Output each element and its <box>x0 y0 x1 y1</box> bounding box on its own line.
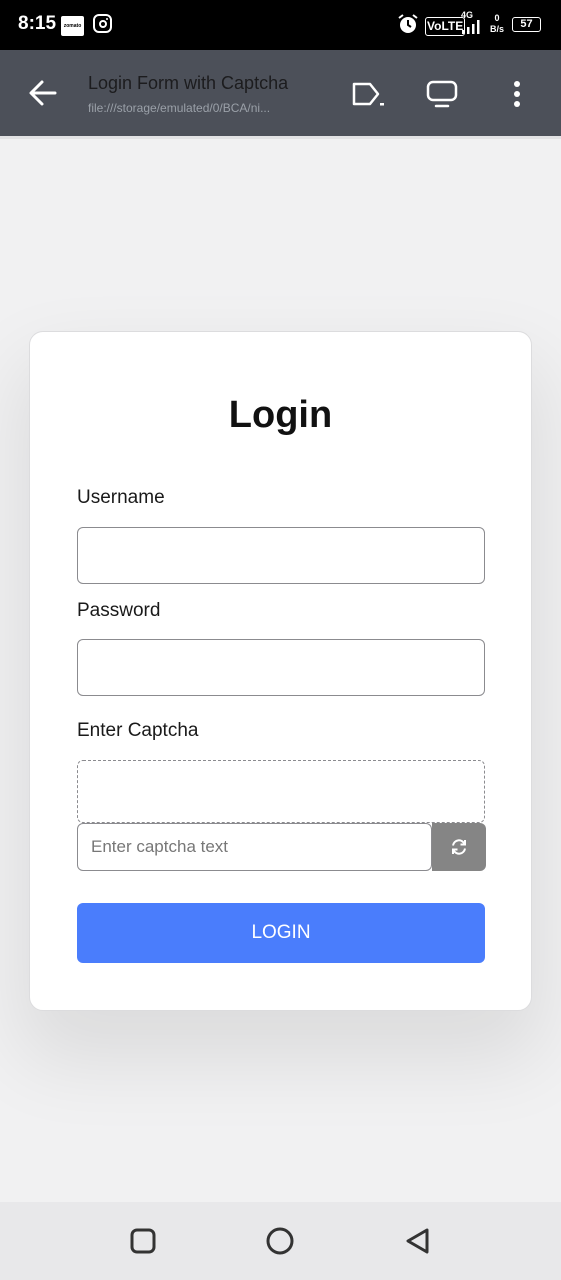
username-input[interactable] <box>77 527 485 584</box>
net-speed-unit: B/s <box>489 24 504 34</box>
signal-icon <box>462 20 480 34</box>
status-time: 8:15 <box>18 13 57 34</box>
status-bar: 8:15 zomato VoLTE 4G 0 B/s 57 <box>0 0 561 50</box>
home-icon[interactable] <box>265 1226 295 1256</box>
login-card: Login Username Password Enter Captcha En… <box>29 331 532 1011</box>
page-url: file:///storage/emulated/0/BCA/ni... <box>88 101 271 115</box>
captcha-label: Enter Captcha <box>77 720 199 741</box>
net-speed: 0 B/s <box>486 13 508 35</box>
network-type-label: 4G <box>461 10 474 20</box>
instagram-notification-icon <box>93 14 112 33</box>
page-title: Login Form with Captcha <box>88 73 289 93</box>
app-bar-divider <box>0 136 561 139</box>
net-speed-value: 0 <box>494 13 500 23</box>
captcha-input[interactable]: Enter captcha text <box>77 823 432 871</box>
desktop-view-icon[interactable] <box>424 76 460 112</box>
more-options-icon[interactable] <box>499 76 535 112</box>
username-label: Username <box>77 487 165 508</box>
login-button[interactable]: LOGIN <box>77 903 485 963</box>
zomato-notification-icon: zomato <box>61 16 84 36</box>
alarm-icon <box>398 14 418 33</box>
login-heading: Login <box>228 394 333 436</box>
cast-icon[interactable] <box>350 76 386 112</box>
password-label: Password <box>77 600 161 621</box>
refresh-captcha-button[interactable] <box>432 823 486 871</box>
back-nav-icon[interactable] <box>403 1226 433 1256</box>
recent-apps-icon[interactable] <box>128 1226 158 1256</box>
volte-indicator: VoLTE <box>425 17 466 36</box>
captcha-display <box>77 760 485 823</box>
password-input[interactable] <box>77 639 485 696</box>
app-bar: Login Form with Captcha file:///storage/… <box>0 50 561 136</box>
battery-icon: 57 <box>512 17 541 32</box>
system-nav-bar <box>0 1202 561 1280</box>
back-arrow-icon[interactable] <box>25 77 61 109</box>
refresh-icon <box>452 839 466 855</box>
